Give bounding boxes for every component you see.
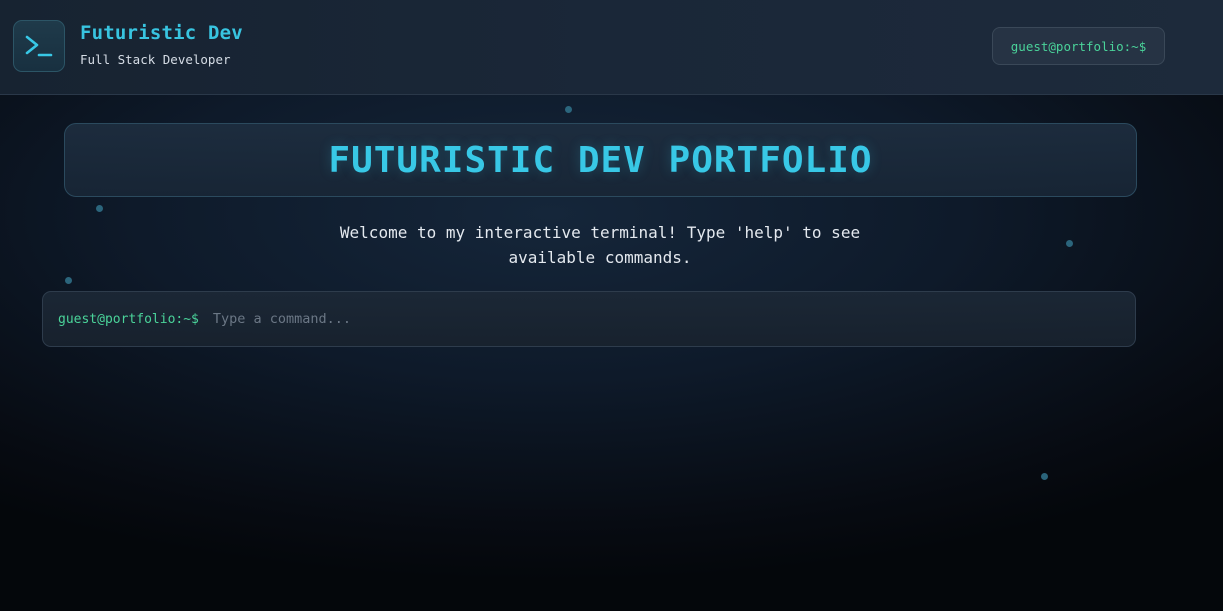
app-header: Futuristic Dev Full Stack Developer gues… bbox=[0, 0, 1223, 95]
background-particle bbox=[565, 106, 572, 113]
hero-banner: FUTURISTIC DEV PORTFOLIO bbox=[64, 123, 1137, 197]
command-input[interactable] bbox=[212, 292, 1135, 346]
background-particle bbox=[1041, 473, 1048, 480]
terminal-prompt: guest@portfolio:~$ bbox=[58, 311, 199, 327]
terminal-icon bbox=[25, 35, 53, 57]
brand-subtitle: Full Stack Developer bbox=[80, 52, 231, 67]
background-particle bbox=[1066, 240, 1073, 247]
brand-title: Futuristic Dev bbox=[80, 22, 243, 44]
page-title: FUTURISTIC DEV PORTFOLIO bbox=[328, 139, 873, 181]
welcome-message: Welcome to my interactive terminal! Type… bbox=[339, 223, 861, 267]
terminal-input-bar[interactable]: guest@portfolio:~$ bbox=[42, 291, 1136, 347]
header-prompt-badge: guest@portfolio:~$ bbox=[992, 27, 1165, 65]
logo bbox=[13, 20, 65, 72]
background-particle bbox=[96, 205, 103, 212]
background-particle bbox=[65, 277, 72, 284]
